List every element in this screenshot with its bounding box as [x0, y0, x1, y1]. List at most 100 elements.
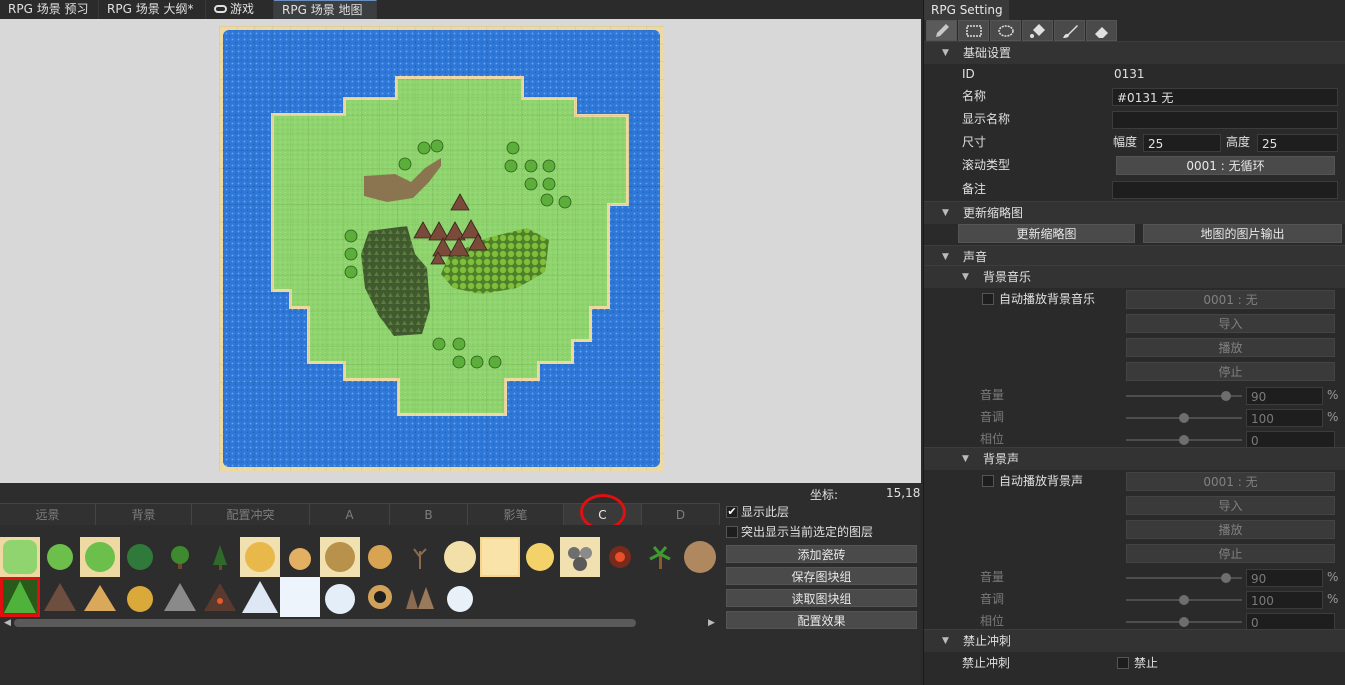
tab-rpg-scene-preview[interactable]: RPG 场景 预习	[0, 0, 99, 19]
tile-forest-pine[interactable]	[0, 577, 40, 617]
slider-knob[interactable]	[1221, 391, 1232, 401]
tile-sand-pit[interactable]	[320, 537, 360, 577]
palette-scrollbar[interactable]: ◀ ▶	[0, 617, 720, 629]
layer-tab-shadow[interactable]: 影笔	[468, 504, 564, 526]
tile-mountain-brown[interactable]	[40, 577, 80, 617]
tile-sand-round[interactable]	[440, 537, 480, 577]
dash-header[interactable]: ▼ 禁止冲刺	[924, 629, 1345, 652]
display-name-field[interactable]	[1112, 111, 1338, 129]
tile-desert-light[interactable]	[480, 537, 520, 577]
bgm-volume-slider[interactable]	[1126, 391, 1242, 401]
tile-mountain-gold[interactable]	[120, 577, 160, 617]
layer-tab-distant-view[interactable]: 远景	[0, 504, 96, 526]
tile-sand-hex[interactable]	[240, 537, 280, 577]
bgs-volume-slider[interactable]	[1126, 573, 1242, 583]
tile-mountain-sand[interactable]	[80, 577, 120, 617]
tile-mountain-lava[interactable]	[200, 577, 240, 617]
bgm-pitch-field[interactable]: 100	[1246, 409, 1323, 427]
bgs-track-select[interactable]: 0001 : 无	[1126, 472, 1335, 491]
tile-snow-mound[interactable]	[440, 577, 480, 617]
tile-rock-spikes[interactable]	[400, 577, 440, 617]
thumbnail-header[interactable]: ▼ 更新缩略图	[924, 201, 1345, 224]
bgs-auto-checkbox[interactable]	[982, 475, 994, 487]
bgm-auto-checkbox[interactable]	[982, 293, 994, 305]
tile-brick-round[interactable]	[680, 537, 720, 577]
scroll-right-icon[interactable]: ▶	[708, 617, 715, 629]
layer-tab-d[interactable]: D	[642, 504, 720, 526]
slider-knob[interactable]	[1221, 573, 1232, 583]
name-field[interactable]: #0131 无	[1112, 88, 1338, 106]
fill-bucket-tool[interactable]	[1022, 20, 1053, 41]
update-thumbnail-button[interactable]: 更新缩略图	[958, 224, 1135, 243]
bgm-stop-button[interactable]: 停止	[1126, 362, 1335, 381]
load-tileset-button[interactable]: 读取图块组	[726, 589, 917, 607]
note-field[interactable]	[1112, 181, 1338, 199]
tile-grass-shrub[interactable]	[120, 537, 160, 577]
tile-rock-pile[interactable]	[560, 537, 600, 577]
tile-desert-round[interactable]	[520, 537, 560, 577]
eraser-tool[interactable]	[1086, 20, 1117, 41]
tile-crater[interactable]	[360, 577, 400, 617]
slider-knob[interactable]	[1179, 617, 1189, 627]
tile-palm-tree[interactable]	[640, 537, 680, 577]
layer-tab-c[interactable]: C	[564, 504, 642, 526]
highlight-layer-option[interactable]: 突出显示当前选定的图层	[726, 523, 873, 541]
slider-knob[interactable]	[1179, 595, 1189, 605]
tile-grass-bush[interactable]	[40, 537, 80, 577]
tile-snow-flat[interactable]	[280, 577, 320, 617]
bgm-phase-slider[interactable]	[1126, 435, 1242, 445]
layer-tab-background[interactable]: 背景	[96, 504, 192, 526]
scroll-left-icon[interactable]: ◀	[4, 617, 11, 629]
bgm-import-button[interactable]: 导入	[1126, 314, 1335, 333]
tile-sand-burst[interactable]	[360, 537, 400, 577]
ellipse-tool[interactable]	[990, 20, 1021, 41]
bgm-header[interactable]: ▼ 背景音乐	[924, 265, 1345, 288]
bgm-volume-field[interactable]: 90	[1246, 387, 1323, 405]
tile-lava-rock[interactable]	[600, 537, 640, 577]
layer-tab-b[interactable]: B	[390, 504, 468, 526]
basic-settings-header[interactable]: ▼ 基础设置	[924, 41, 1345, 64]
bgs-import-button[interactable]: 导入	[1126, 496, 1335, 515]
tile-snow-hill[interactable]	[320, 577, 360, 617]
save-tileset-button[interactable]: 保存图块组	[726, 567, 917, 585]
bgs-header[interactable]: ▼ 背景声	[924, 447, 1345, 470]
tile-grass-light[interactable]	[0, 537, 40, 577]
map-viewport[interactable]	[0, 19, 921, 483]
add-tile-button[interactable]: 添加瓷砖	[726, 545, 917, 563]
width-field[interactable]: 25	[1143, 134, 1221, 152]
bgs-play-button[interactable]: 播放	[1126, 520, 1335, 539]
slider-knob[interactable]	[1179, 435, 1189, 445]
scroll-type-select[interactable]: 0001 : 无循环	[1116, 156, 1335, 175]
export-map-image-button[interactable]: 地图的图片输出	[1143, 224, 1342, 243]
bgm-pitch-slider[interactable]	[1126, 413, 1242, 423]
layer-tab-collision[interactable]: 配置冲突	[192, 504, 310, 526]
bgm-play-button[interactable]: 播放	[1126, 338, 1335, 357]
bgs-pitch-field[interactable]: 100	[1246, 591, 1323, 609]
bgs-stop-button[interactable]: 停止	[1126, 544, 1335, 563]
bgs-phase-slider[interactable]	[1126, 617, 1242, 627]
tile-grass-dark[interactable]	[80, 537, 120, 577]
height-field[interactable]: 25	[1257, 134, 1338, 152]
brush-tool[interactable]	[1054, 20, 1085, 41]
dash-checkbox[interactable]	[1117, 657, 1129, 669]
map-canvas[interactable]	[219, 26, 664, 471]
tile-mountain-snow[interactable]	[240, 577, 280, 617]
tile-tree-pine[interactable]	[200, 537, 240, 577]
layer-tab-a[interactable]: A	[310, 504, 390, 526]
rect-select-tool[interactable]	[958, 20, 989, 41]
configure-effect-button[interactable]: 配置效果	[726, 611, 917, 629]
tile-tree-round[interactable]	[160, 537, 200, 577]
tile-dead-tree[interactable]	[400, 537, 440, 577]
tile-mountain-grey[interactable]	[160, 577, 200, 617]
bgs-volume-field[interactable]: 90	[1246, 569, 1323, 587]
tab-rpg-scene-map[interactable]: RPG 场景 地图	[274, 0, 377, 19]
tile-palette[interactable]	[0, 525, 720, 617]
tab-rpg-scene-outline[interactable]: RPG 场景 大纲*	[99, 0, 206, 19]
bgs-pitch-slider[interactable]	[1126, 595, 1242, 605]
highlight-layer-checkbox[interactable]	[726, 525, 738, 538]
slider-knob[interactable]	[1179, 413, 1189, 423]
show-layer-checkbox[interactable]: ✔	[726, 505, 738, 518]
show-layer-option[interactable]: ✔ 显示此层	[726, 503, 789, 521]
scroll-thumb[interactable]	[14, 619, 636, 627]
bgm-track-select[interactable]: 0001 : 无	[1126, 290, 1335, 309]
